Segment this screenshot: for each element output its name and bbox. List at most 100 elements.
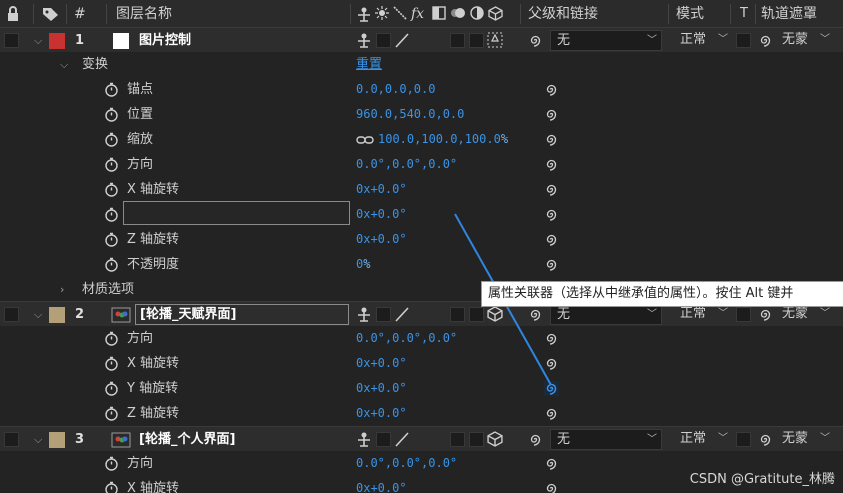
3d-layer-switch-icon[interactable]: [487, 431, 503, 447]
label-tag-icon[interactable]: [42, 6, 60, 22]
layer-color-label[interactable]: [49, 33, 65, 49]
3d-layer-switch-icon[interactable]: [487, 306, 503, 322]
motion-blur-icon[interactable]: [450, 6, 466, 20]
stopwatch-icon[interactable]: [104, 456, 119, 471]
track-matte-dropdown[interactable]: 无蒙 ﹀: [778, 429, 834, 450]
pickwhip-icon[interactable]: [544, 132, 559, 147]
motion-blur-switch[interactable]: [450, 307, 465, 322]
property-value[interactable]: 0x+0.0°: [356, 177, 407, 202]
pickwhip-icon[interactable]: [544, 82, 559, 97]
property-value[interactable]: 960.0,540.0,0.0: [356, 102, 464, 127]
layer-twirl-expanded[interactable]: ⌵: [34, 427, 42, 452]
parent-dropdown[interactable]: 无 ﹀: [550, 429, 662, 450]
matte-pickwhip-icon[interactable]: [758, 307, 773, 322]
property-row[interactable]: 方向 0.0°,0.0°,0.0°: [0, 326, 843, 351]
shy-switch-icon[interactable]: [356, 306, 372, 322]
property-value[interactable]: 0x+0.0°: [356, 202, 407, 227]
adjustment-layer-icon[interactable]: [470, 6, 484, 20]
layer-color-label[interactable]: [49, 432, 65, 448]
stopwatch-icon[interactable]: [104, 356, 119, 371]
layer-name[interactable]: 图片控制: [139, 28, 191, 53]
motion-blur-switch[interactable]: [450, 432, 465, 447]
quality-icon[interactable]: [393, 6, 407, 20]
null-object-icon[interactable]: [487, 32, 503, 48]
pickwhip-icon[interactable]: [544, 157, 559, 172]
effects-fx-icon[interactable]: fx: [411, 0, 424, 28]
collapse-transform-icon[interactable]: [375, 6, 389, 20]
layer-row-3[interactable]: ⌵ 3 [轮播_个人界面] 无 ﹀ 正常 ﹀ 无蒙 ﹀: [0, 426, 843, 451]
collapse-switch[interactable]: [376, 432, 391, 447]
pickwhip-target-icon[interactable]: [544, 381, 559, 396]
stopwatch-icon[interactable]: [104, 182, 119, 197]
property-row[interactable]: 位置 960.0,540.0,0.0: [0, 102, 843, 127]
preserve-transparency-switch[interactable]: [736, 432, 751, 447]
parent-dropdown[interactable]: 无 ﹀: [550, 30, 662, 51]
pickwhip-icon[interactable]: [544, 456, 559, 471]
pickwhip-icon[interactable]: [544, 207, 559, 222]
pickwhip-icon[interactable]: [528, 33, 543, 48]
quality-switch-icon[interactable]: [395, 33, 410, 48]
stopwatch-icon[interactable]: [104, 207, 119, 222]
layer-name[interactable]: [轮播_天赋界面]: [135, 304, 349, 325]
property-row[interactable]: 不透明度 0%: [0, 252, 843, 277]
matte-pickwhip-icon[interactable]: [758, 33, 773, 48]
header-track-matte[interactable]: 轨道遮罩: [761, 0, 817, 28]
property-row[interactable]: 锚点 0.0,0.0,0.0: [0, 77, 843, 102]
header-t[interactable]: T: [740, 0, 748, 28]
group-twirl-collapsed[interactable]: ›: [60, 277, 64, 302]
property-value[interactable]: 0x+0.0°: [356, 476, 407, 493]
shy-switch-icon[interactable]: [356, 32, 372, 48]
property-value[interactable]: 0.0°,0.0°,0.0°: [356, 152, 457, 177]
property-value[interactable]: 0.0°,0.0°,0.0°: [356, 326, 457, 351]
pickwhip-icon[interactable]: [544, 331, 559, 346]
pickwhip-icon[interactable]: [528, 307, 543, 322]
stopwatch-icon[interactable]: [104, 107, 119, 122]
property-value[interactable]: 0x+0.0°: [356, 227, 407, 252]
parent-dropdown[interactable]: 无 ﹀: [550, 304, 662, 325]
property-row[interactable]: 缩放 100.0,100.0,100.0%: [0, 127, 843, 152]
preserve-transparency-switch[interactable]: [736, 307, 751, 322]
property-value[interactable]: 0x+0.0°: [356, 376, 407, 401]
pickwhip-icon[interactable]: [544, 107, 559, 122]
pickwhip-icon[interactable]: [544, 182, 559, 197]
stopwatch-icon[interactable]: [104, 406, 119, 421]
preserve-transparency-switch[interactable]: [736, 33, 751, 48]
layer-color-label[interactable]: [49, 307, 65, 323]
pickwhip-icon[interactable]: [544, 232, 559, 247]
layer-row-1[interactable]: ⌵ 1 图片控制 无 ﹀ 正常 ﹀ 无蒙 ﹀: [0, 27, 843, 52]
mode-dropdown[interactable]: 正常 ﹀: [674, 429, 732, 450]
property-value[interactable]: 0x+0.0°: [356, 401, 407, 426]
shy-switch-icon[interactable]: [356, 431, 372, 447]
header-mode[interactable]: 模式: [676, 0, 704, 28]
track-matte-dropdown[interactable]: 无蒙 ﹀: [778, 304, 834, 325]
pickwhip-icon[interactable]: [544, 406, 559, 421]
stopwatch-icon[interactable]: [104, 232, 119, 247]
pickwhip-icon[interactable]: [528, 432, 543, 447]
reset-link[interactable]: 重置: [356, 52, 382, 77]
stopwatch-icon[interactable]: [104, 82, 119, 97]
header-layer-name[interactable]: 图层名称: [116, 0, 172, 28]
layer-name[interactable]: [轮播_个人界面]: [139, 427, 235, 452]
stopwatch-icon[interactable]: [104, 331, 119, 346]
shy-icon[interactable]: [356, 6, 372, 22]
property-value[interactable]: 0.0,0.0,0.0: [356, 77, 435, 102]
stopwatch-icon[interactable]: [104, 381, 119, 396]
av-switch[interactable]: [4, 432, 19, 447]
property-name-edit-field[interactable]: [123, 201, 350, 225]
constrain-proportions-link-icon[interactable]: [356, 134, 374, 149]
property-value[interactable]: 0x+0.0°: [356, 351, 407, 376]
av-switch[interactable]: [4, 33, 19, 48]
pickwhip-icon[interactable]: [544, 481, 559, 493]
pickwhip-icon[interactable]: [544, 257, 559, 272]
motion-blur-switch[interactable]: [450, 33, 465, 48]
property-value[interactable]: 0.0°,0.0°,0.0°: [356, 451, 457, 476]
property-row[interactable]: Z 轴旋转 0x+0.0°: [0, 227, 843, 252]
property-row[interactable]: 方向 0.0°,0.0°,0.0°: [0, 152, 843, 177]
adjustment-switch[interactable]: [469, 307, 484, 322]
property-row[interactable]: Z 轴旋转 0x+0.0°: [0, 401, 843, 426]
av-switch[interactable]: [4, 307, 19, 322]
stopwatch-icon[interactable]: [104, 481, 119, 493]
property-row[interactable]: Y 轴旋转 0x+0.0°: [0, 376, 843, 401]
adjustment-switch[interactable]: [469, 432, 484, 447]
collapse-switch[interactable]: [376, 33, 391, 48]
